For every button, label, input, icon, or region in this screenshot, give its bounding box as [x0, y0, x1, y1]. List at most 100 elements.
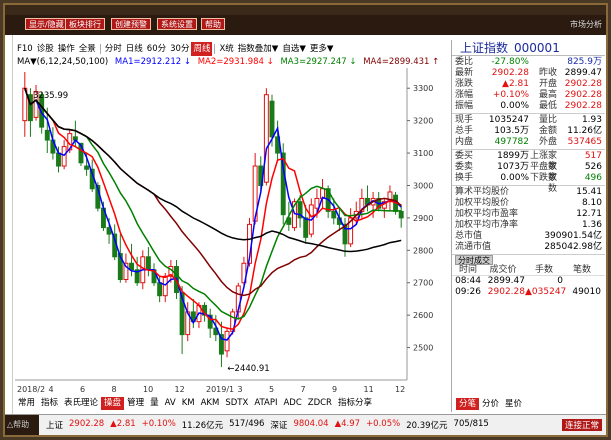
toolbar-item-11[interactable]: 自选▼: [280, 42, 308, 56]
toolbar-item-6[interactable]: 60分: [145, 42, 168, 56]
weighted-row: 加权平均股价 8.10: [452, 198, 605, 209]
indicator-tab-12[interactable]: ZDCR: [305, 397, 335, 410]
ma3-value: MA3=2927.247 ↓: [280, 57, 357, 67]
menu-button-alert[interactable]: 创建预警: [111, 18, 151, 30]
toolbar-item-5[interactable]: 日线: [124, 42, 145, 56]
candle-body: [269, 100, 275, 138]
weighted-label: 算术平均股价: [455, 187, 510, 197]
weighted-row: 总市值 390901.54亿: [452, 231, 605, 242]
toolbar-item-7[interactable]: 30分: [168, 42, 191, 56]
trade-cell: 2902.28: [487, 287, 525, 297]
quote-row: 委买 1899万 上涨家数 517: [452, 151, 605, 172]
quote-tab-1[interactable]: 分价: [479, 398, 502, 410]
trade-cell: 09:26: [455, 287, 481, 297]
quote-label-2: [529, 57, 557, 68]
toolbar-item-3[interactable]: 全景: [77, 42, 98, 56]
candle-body: [303, 217, 309, 238]
quote-row: 涨跌 ▲2.81 开盘 2902.28: [452, 79, 605, 90]
low-annotation: ←2440.91: [227, 364, 269, 374]
status-item-0: 上证: [46, 421, 64, 431]
status-item-10: 20.39亿元: [406, 421, 448, 431]
candle-body: [129, 262, 135, 271]
x-tick-label: 10: [143, 385, 153, 394]
quote-label-2: 最低: [538, 101, 557, 111]
trade-list: 08:44 2899.47 0 09:26 2902.28 ▲035247 49010: [452, 276, 605, 298]
status-item-6: 深证: [270, 421, 288, 431]
weighted-row: 加权平均市净率 1.36: [452, 220, 605, 231]
toolbar-item-8[interactable]: 周线: [191, 42, 213, 56]
indicator-tab-7[interactable]: KM: [179, 397, 198, 410]
indicator-tab-2[interactable]: 表氏理论: [61, 397, 101, 410]
indicator-tab-6[interactable]: AV: [162, 397, 179, 410]
y-tick-label: 3100: [413, 149, 433, 158]
indicator-tab-13[interactable]: 指标分享: [335, 397, 375, 410]
status-items: 上证 2902.28 ▲2.81 +0.10% 11.26亿元 517/496 深证 9804…: [43, 419, 492, 431]
quote-tab-2[interactable]: 星价: [502, 398, 525, 410]
x-tick-label: 12: [175, 385, 185, 394]
candle-body: [314, 197, 320, 209]
connection-status: 连接正常: [561, 419, 602, 431]
trade-header: 分时成交: [452, 255, 605, 265]
trade-header-tab[interactable]: 分时成交: [455, 255, 493, 265]
ma-legend-header[interactable]: MA▼(6,12,24,50,100): [17, 57, 108, 67]
trade-row: 08:44 2899.47 0: [452, 276, 605, 287]
status-item-1: 2902.28: [69, 419, 105, 429]
quote-row: 总手 103.5万 金额 11.26亿: [452, 126, 605, 137]
trade-row: 09:26 2902.28 ▲035247 49010: [452, 287, 605, 298]
indicator-tab-8[interactable]: AKM: [198, 397, 223, 410]
trade-cell: 0: [557, 276, 563, 286]
x-tick-label: 5: [269, 385, 274, 394]
quote-label-2: 下跌家数: [529, 173, 557, 194]
indicator-tab-4[interactable]: 管理: [124, 397, 147, 410]
quote-label-2: 外盘: [538, 137, 557, 147]
ma4-value: MA4=2899.431 ↑: [363, 57, 440, 67]
quote-label-2: 平盘家数: [529, 162, 557, 183]
toolbar-item-12[interactable]: 更多▼: [308, 42, 336, 56]
toolbar-item-4[interactable]: 分时: [103, 42, 124, 56]
toolbar-item-0[interactable]: F10: [15, 42, 35, 56]
weighted-label: 加权平均市盈率: [455, 209, 519, 219]
menu-button-help[interactable]: 帮助: [201, 18, 225, 30]
help-label[interactable]: △帮助: [5, 415, 39, 435]
index-name: 上证指数: [460, 41, 509, 55]
x-tick-label: 8: [112, 385, 117, 394]
indicator-tab-11[interactable]: ADC: [280, 397, 304, 410]
y-tick-label: 3300: [413, 84, 433, 93]
quote-value-2: 2902.28: [564, 90, 602, 100]
x-tick-label: 11: [364, 385, 374, 394]
weighted-row: 流通市值 285042.98亿: [452, 242, 605, 253]
quote-row: 现手 1035247 量比 1.93: [452, 115, 605, 126]
trade-columns: 时间 成交价 手数 笔数: [452, 265, 605, 276]
indicator-tab-10[interactable]: ATAPI: [251, 397, 280, 410]
indicator-tab-9[interactable]: SDTX: [222, 397, 251, 410]
quote-label: 涨跌: [455, 79, 474, 89]
quote-label: 总手: [455, 126, 474, 136]
indicator-tab-3[interactable]: 操盘: [101, 397, 125, 410]
indicator-tab-1[interactable]: 指标: [38, 397, 61, 410]
quote-label: 换手: [455, 173, 474, 183]
quote-row: 换手 0.00% 下跌家数 496: [452, 173, 605, 194]
quote-value: ▲2.81: [502, 79, 529, 89]
toolbar-item-10[interactable]: 指数叠加▼: [236, 42, 281, 56]
chart-svg[interactable]: 2500 2600 2700 2800 2900 3000 3100 3200 3300 3235…: [15, 68, 449, 396]
candle-body: [56, 152, 61, 167]
toolbar-item-2[interactable]: 操作: [56, 42, 77, 56]
toolbar-item-1[interactable]: 诊股: [35, 42, 56, 56]
toolbar-separator: [99, 44, 101, 54]
quote-tab-0[interactable]: 分笔: [456, 398, 480, 410]
candle-body: [44, 129, 50, 141]
toolbar-item-9[interactable]: X统: [217, 42, 235, 56]
trade-cell: 08:44: [455, 276, 481, 286]
quote-title: 上证指数 000001: [452, 40, 605, 56]
menu-button-toggle[interactable]: 显示/隐藏: [25, 18, 68, 30]
quote-label-2: 最高: [538, 90, 557, 100]
indicator-tab-5[interactable]: 量: [147, 397, 162, 410]
indicator-tab-0[interactable]: 常用: [15, 397, 38, 410]
status-item-3: +0.10%: [141, 419, 176, 429]
quote-value-2: 825.9万: [567, 57, 602, 67]
high-annotation: 3235.99: [33, 91, 68, 101]
menu-button-ranking[interactable]: 板块排行: [65, 18, 105, 30]
trade-col-header: 笔数: [572, 265, 591, 275]
candlestick-chart[interactable]: 2500 2600 2700 2800 2900 3000 3100 3200 3300 3235…: [15, 68, 449, 396]
menu-button-settings[interactable]: 系统设置: [157, 18, 197, 30]
